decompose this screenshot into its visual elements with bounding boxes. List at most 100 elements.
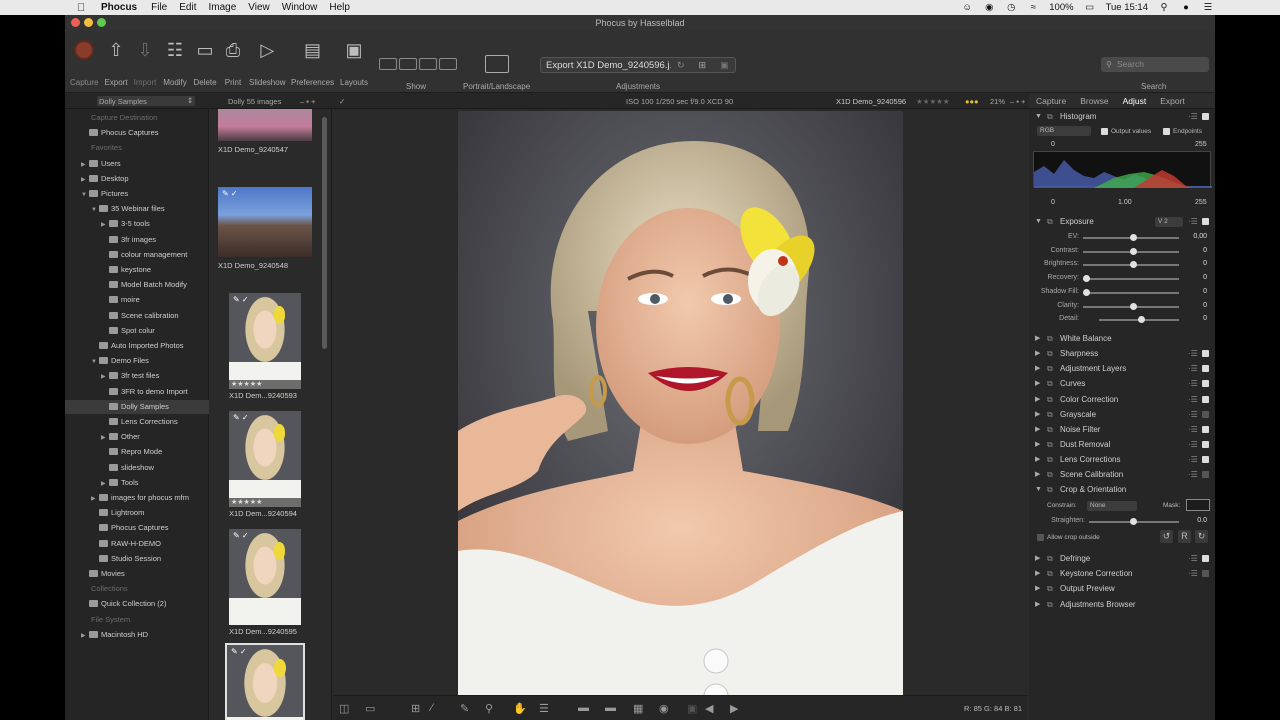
disclosure-closed-icon[interactable]: ▶ — [1035, 392, 1040, 407]
disclosure-closed-icon[interactable]: ▶ — [81, 173, 89, 187]
sidebar-folder-item[interactable]: ▶ images for phocus mfm — [65, 491, 209, 505]
slider-value[interactable]: 0.0 — [1197, 517, 1207, 524]
paste-adjustments-icon[interactable]: ▣ — [720, 60, 729, 71]
disclosure-closed-icon[interactable]: ▶ — [101, 477, 109, 491]
tool-copy-icon[interactable]: ⧉ — [1047, 452, 1053, 467]
capture-button[interactable]: Capture — [70, 37, 98, 87]
slider-knob[interactable] — [1083, 275, 1090, 283]
sidebar-folder-item[interactable]: Studio Session — [65, 552, 209, 566]
sidebar-folder-item[interactable]: colour management — [65, 248, 209, 262]
import-button[interactable]: ⇩ Import — [132, 37, 158, 88]
slider-value[interactable]: 0 — [1203, 302, 1207, 309]
slider-value[interactable]: 0 — [1203, 288, 1207, 295]
sidebar-folder-item[interactable]: ▼ Demo Files — [65, 354, 209, 368]
sidebar-folder-item[interactable]: ▶ Users — [65, 157, 209, 171]
show-mode-viewer-browser[interactable] — [399, 58, 417, 70]
sidebar-folder-item[interactable]: ▼ Pictures — [65, 187, 209, 201]
disclosure-closed-icon[interactable]: ▶ — [1035, 361, 1040, 376]
sidebar-folder-item[interactable]: 3FR to demo Import — [65, 385, 209, 399]
slider-value[interactable]: 0 — [1203, 260, 1207, 267]
tool-copy-icon[interactable]: ⧉ — [1047, 437, 1053, 452]
tool-copy-icon[interactable]: ⧉ — [1047, 581, 1053, 596]
menu-view[interactable]: View — [248, 2, 270, 13]
disclosure-closed-icon[interactable]: ▶ — [1035, 452, 1040, 467]
tool-enable-checkbox[interactable] — [1202, 555, 1209, 562]
constrain-select[interactable]: None — [1087, 501, 1137, 511]
tool-menu-icon[interactable]: ·☰ — [1188, 437, 1198, 452]
slider-knob[interactable] — [1129, 302, 1137, 310]
disclosure-closed-icon[interactable]: ▶ — [1035, 346, 1040, 361]
thumbnail-rating[interactable]: ★★★★★ — [229, 380, 301, 389]
battery-icon[interactable]: ▭ — [1084, 2, 1096, 13]
tool-header-noise-filter[interactable]: ▶ ⧉ Noise Filter ·☰ — [1029, 422, 1215, 437]
main-photo[interactable] — [458, 111, 903, 704]
disclosure-open-icon[interactable]: ▼ — [1035, 214, 1042, 229]
sidebar-folder-item[interactable]: ▶ Other — [65, 430, 209, 444]
refresh-icon[interactable]: ↻ — [677, 60, 685, 71]
sidebar-folder-item[interactable]: ▶ Macintosh HD — [65, 628, 209, 642]
sidebar-folder-item[interactable]: Lens Corrections — [65, 415, 209, 429]
pen-tool-icon[interactable]: ✎ — [460, 702, 469, 715]
tool-header-output-preview[interactable]: ▶ ⧉ Output Preview — [1029, 581, 1215, 596]
tool-header-sharpness[interactable]: ▶ ⧉ Sharpness ·☰ — [1029, 346, 1215, 361]
disclosure-open-icon[interactable]: ▼ — [91, 355, 99, 369]
export-button[interactable]: ⇧ Export — [103, 37, 129, 88]
next-image-icon[interactable]: ▶ — [730, 702, 738, 715]
thumbnail-image[interactable]: ✎ ✓ — [218, 187, 312, 257]
tool-enable-checkbox[interactable] — [1202, 365, 1209, 373]
show-mode-browser-only[interactable] — [379, 58, 397, 70]
slider-knob[interactable] — [1083, 288, 1090, 296]
tool-menu-icon[interactable]: ·☰ — [1188, 376, 1198, 391]
sidebar-folder-item[interactable]: RAW-H-DEMO — [65, 537, 209, 551]
sidebar-folder-item[interactable]: Scene calibration — [65, 309, 209, 323]
thumbnail-scrollbar[interactable] — [322, 117, 327, 349]
portrait-landscape-icon[interactable] — [485, 55, 509, 73]
apple-icon[interactable]:  — [77, 2, 91, 14]
disclosure-open-icon[interactable]: ▼ — [91, 203, 99, 217]
slider-value[interactable]: 0 — [1203, 315, 1207, 322]
rotate-right-icon[interactable]: ↻ — [1195, 530, 1208, 543]
disclosure-closed-icon[interactable]: ▶ — [1035, 331, 1040, 346]
tool-copy-icon[interactable]: ⧉ — [1047, 392, 1053, 407]
tool-copy-icon[interactable]: ⧉ — [1047, 109, 1053, 124]
menu-clock[interactable]: Tue 15:14 — [1106, 2, 1148, 13]
menu-help[interactable]: Help — [329, 2, 350, 13]
zoom-tool-icon[interactable]: ⚲ — [485, 702, 493, 715]
tool-enable-checkbox[interactable] — [1202, 570, 1209, 578]
disclosure-closed-icon[interactable]: ▶ — [1035, 597, 1040, 612]
slider-value[interactable]: 0,00 — [1193, 233, 1207, 240]
tab-adjust[interactable]: Adjust — [1116, 96, 1154, 106]
wifi-icon[interactable]: ≈ — [1027, 2, 1039, 13]
tool-header-scene-calibration[interactable]: ▶ ⧉ Scene Calibration ·☰ — [1029, 467, 1215, 482]
tab-export[interactable]: Export — [1153, 96, 1192, 106]
sidebar-folder-item[interactable]: ▶ Desktop — [65, 172, 209, 186]
slider-value[interactable]: 0 — [1203, 247, 1207, 254]
slider-knob[interactable] — [1129, 234, 1137, 241]
loupe-icon[interactable]: ▣ — [687, 702, 697, 715]
search-spotlight-icon[interactable]: ⚲ — [1158, 2, 1170, 13]
output-values-checkbox[interactable] — [1101, 128, 1108, 135]
slideshow-button[interactable]: ▷ Slideshow — [249, 37, 285, 88]
creative-cloud-icon[interactable]: ◉ — [983, 2, 995, 13]
tool-copy-icon[interactable]: ⧉ — [1047, 482, 1053, 497]
disclosure-closed-icon[interactable]: ▶ — [91, 492, 99, 506]
tool-header-defringe[interactable]: ▶ ⧉ Defringe ·☰ — [1029, 551, 1215, 566]
tool-menu-icon[interactable]: ·☰ — [1188, 551, 1198, 566]
disclosure-open-icon[interactable]: ▼ — [1035, 482, 1042, 497]
zoom-controls[interactable]: – ▪ + — [1010, 97, 1025, 106]
tool-header-curves[interactable]: ▶ ⧉ Curves ·☰ — [1029, 376, 1215, 391]
sidebar-folder-item[interactable]: Quick Collection (2) — [65, 597, 209, 611]
disclosure-closed-icon[interactable]: ▶ — [101, 218, 109, 232]
time-machine-icon[interactable]: ◷ — [1005, 2, 1017, 13]
allow-crop-checkbox[interactable] — [1037, 534, 1044, 541]
thumb-size-controls[interactable]: – ▪ + — [300, 97, 315, 106]
thumbnail-image[interactable]: ✎ ✓ — [229, 529, 301, 625]
grid-icon[interactable]: ▦ — [633, 702, 643, 715]
tool-header-histogram[interactable]: ▼ ⧉ Histogram ·☰ — [1029, 109, 1215, 124]
tool-menu-icon[interactable]: ·☰ — [1188, 346, 1198, 361]
disclosure-closed-icon[interactable]: ▶ — [81, 158, 89, 172]
disclosure-closed-icon[interactable]: ▶ — [1035, 581, 1040, 596]
tool-enable-checkbox[interactable] — [1202, 410, 1209, 418]
tool-copy-icon[interactable]: ⧉ — [1047, 331, 1053, 346]
checkmark-icon[interactable]: ✓ — [339, 97, 345, 106]
